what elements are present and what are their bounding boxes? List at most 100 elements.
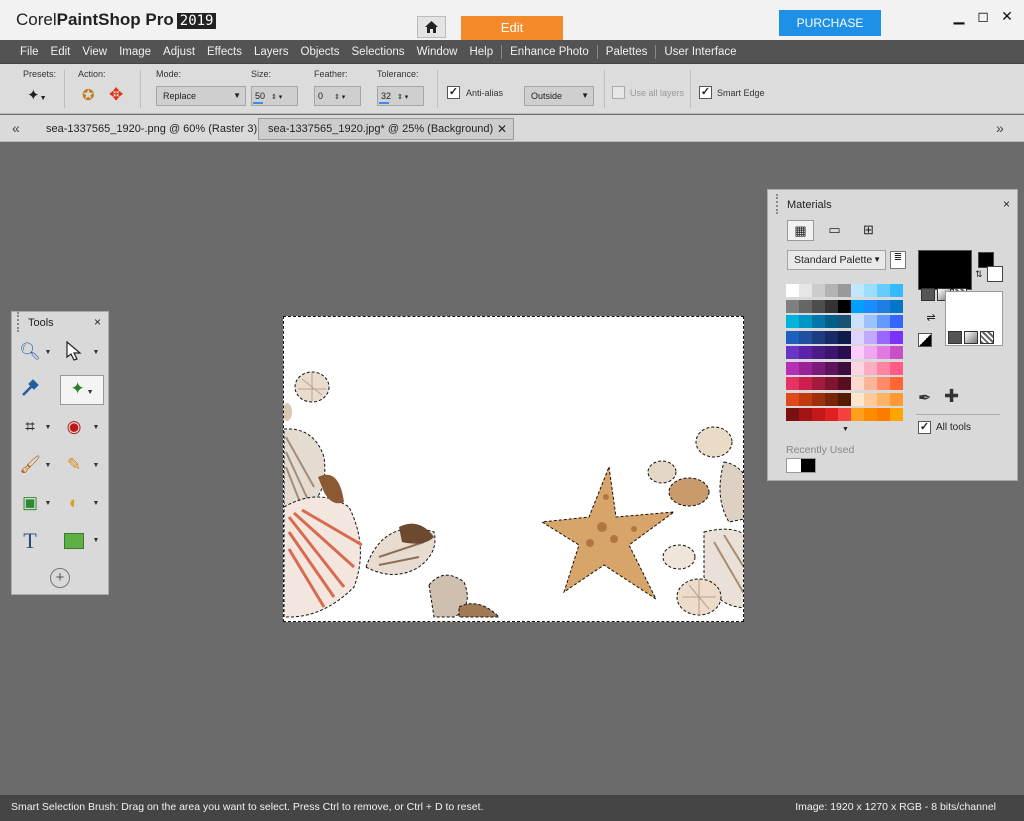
color-swatch[interactable] <box>786 377 799 390</box>
color-swatch[interactable] <box>851 284 864 297</box>
menu-palettes[interactable]: Palettes <box>600 40 654 64</box>
color-swatch[interactable] <box>838 361 851 375</box>
color-swatch[interactable] <box>851 392 864 406</box>
color-swatch[interactable] <box>864 392 877 406</box>
pick-tool-icon[interactable] <box>60 339 88 365</box>
mode-dropdown[interactable]: Replace ▼ <box>156 86 246 106</box>
color-swatch[interactable] <box>786 361 799 375</box>
chevron-down-icon[interactable]: ▼ <box>92 537 100 544</box>
menu-help[interactable]: Help <box>463 40 499 64</box>
color-swatch[interactable] <box>864 284 877 297</box>
color-swatch[interactable] <box>825 315 838 328</box>
color-swatch[interactable] <box>812 377 825 390</box>
palette-options-icon[interactable]: ≣ <box>890 251 906 269</box>
color-swatch[interactable] <box>864 330 877 344</box>
purchase-button[interactable]: PURCHASE <box>779 10 881 36</box>
document-tab[interactable]: sea-1337565_1920-.png @ 60% (Raster 3) <box>36 118 257 140</box>
color-swatch[interactable] <box>825 346 838 359</box>
color-swatch[interactable] <box>890 299 903 313</box>
color-swatch[interactable] <box>825 330 838 344</box>
color-swatch[interactable] <box>890 361 903 375</box>
color-swatch[interactable] <box>890 377 903 390</box>
gradient-icon[interactable] <box>964 331 978 344</box>
color-swatch[interactable] <box>838 315 851 328</box>
background-small-swatch[interactable] <box>987 266 1003 282</box>
chevron-down-icon[interactable]: ▼ <box>44 500 52 507</box>
drag-handle[interactable] <box>17 312 19 332</box>
use-all-layers-checkbox[interactable] <box>612 86 625 99</box>
color-swatch[interactable] <box>838 299 851 313</box>
inside-outside-dropdown[interactable]: Outside ▼ <box>524 86 594 106</box>
color-swatch[interactable] <box>851 315 864 328</box>
color-swatch[interactable] <box>864 377 877 390</box>
color-swatch[interactable] <box>890 330 903 344</box>
dodge-tool-icon[interactable]: ◐ <box>60 490 88 516</box>
feather-stepper[interactable]: 0 ⇕ ▾ <box>314 86 361 106</box>
color-swatch[interactable] <box>799 330 812 344</box>
color-swatch[interactable] <box>890 392 903 406</box>
paint-brush-tool-icon[interactable]: 🖌︎ <box>16 452 44 478</box>
menu-user-interface[interactable]: User Interface <box>658 40 742 64</box>
color-swatch[interactable] <box>877 377 890 390</box>
text-tool-icon[interactable]: T <box>16 528 44 554</box>
color-swatch[interactable] <box>890 315 903 328</box>
maximize-icon[interactable]: ◻ <box>973 6 993 26</box>
color-swatch[interactable] <box>799 377 812 390</box>
color-swatch[interactable] <box>838 377 851 390</box>
color-swatch[interactable] <box>825 299 838 313</box>
add-tool-icon[interactable]: + <box>50 568 70 588</box>
rainbow-view-icon[interactable]: ▭ <box>821 220 848 241</box>
edit-workspace-tab[interactable]: Edit <box>461 16 563 40</box>
swap-colors-icon[interactable]: ⇅ <box>975 269 983 280</box>
drag-handle[interactable] <box>776 194 778 214</box>
color-swatch[interactable] <box>825 377 838 390</box>
dropper-tool-icon[interactable] <box>16 377 44 403</box>
document-tab-active[interactable]: sea-1337565_1920.jpg* @ 25% (Background)… <box>258 118 514 140</box>
color-swatch[interactable] <box>864 315 877 328</box>
menu-window[interactable]: Window <box>411 40 464 64</box>
color-swatch[interactable] <box>812 346 825 359</box>
close-icon[interactable]: ✕ <box>997 6 1017 26</box>
color-icon[interactable] <box>948 331 962 344</box>
color-swatch[interactable] <box>799 408 812 421</box>
color-swatch[interactable] <box>825 408 838 421</box>
anti-alias-checkbox[interactable]: ✓ <box>447 86 460 99</box>
color-swatch[interactable] <box>851 299 864 313</box>
color-swatch[interactable] <box>851 346 864 359</box>
swap-materials-icon[interactable]: ⇌ <box>923 311 939 327</box>
color-swatch[interactable] <box>786 346 799 359</box>
reset-colors-icon[interactable] <box>918 333 932 347</box>
smart-selection-brush-tool[interactable]: ✦ ▼ <box>60 375 104 405</box>
color-swatch[interactable] <box>799 284 812 297</box>
presets-dropdown[interactable]: ✦▼ <box>27 86 53 106</box>
menu-adjust[interactable]: Adjust <box>157 40 201 64</box>
smart-edge-checkbox[interactable]: ✓ <box>699 86 712 99</box>
color-swatch[interactable] <box>851 330 864 344</box>
recent-color-swatch[interactable] <box>801 459 815 472</box>
chevron-down-icon[interactable]: ▼ <box>92 500 100 507</box>
scroll-right-icon[interactable]: » <box>996 120 1004 136</box>
eyedropper-icon[interactable]: ✒ <box>918 388 931 408</box>
swatch-scroll-down-icon[interactable]: ▼ <box>842 426 849 433</box>
color-swatch[interactable] <box>825 284 838 297</box>
palette-dropdown[interactable]: Standard Palette ▼ <box>787 250 886 270</box>
color-swatch-grid[interactable] <box>786 284 903 427</box>
move-cross-icon[interactable]: ✥ <box>109 85 127 104</box>
menu-edit[interactable]: Edit <box>45 40 77 64</box>
color-swatch[interactable] <box>851 377 864 390</box>
color-swatch[interactable] <box>799 346 812 359</box>
color-swatch[interactable] <box>877 361 890 375</box>
all-tools-checkbox[interactable]: ✓ <box>918 421 931 434</box>
sliders-view-icon[interactable]: ⊞ <box>855 220 882 241</box>
color-swatch[interactable] <box>825 361 838 375</box>
recent-color-swatch[interactable] <box>787 459 801 472</box>
color-swatch[interactable] <box>864 346 877 359</box>
color-swatch[interactable] <box>812 361 825 375</box>
rectangle-shape-tool-icon[interactable] <box>64 533 84 549</box>
color-swatch[interactable] <box>812 315 825 328</box>
menu-file[interactable]: File <box>14 40 45 64</box>
color-swatch[interactable] <box>799 299 812 313</box>
menu-objects[interactable]: Objects <box>295 40 346 64</box>
chevron-down-icon[interactable]: ▼ <box>92 424 100 431</box>
zoom-tool-icon[interactable]: 🔍︎ <box>16 339 44 365</box>
